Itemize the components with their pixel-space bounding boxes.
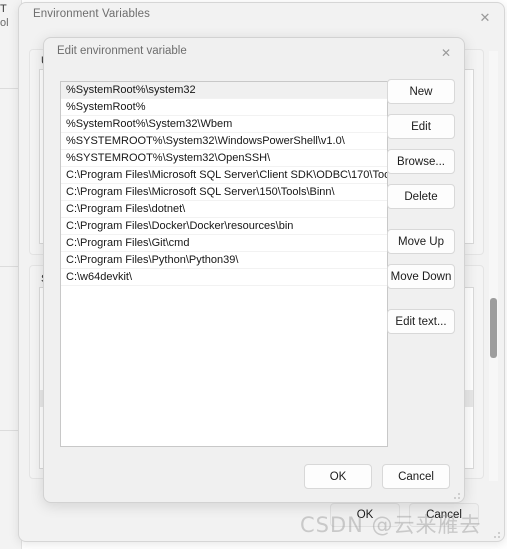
outer-close-button[interactable]: ✕: [468, 5, 502, 31]
list-item[interactable]: C:\w64devkit\: [61, 269, 387, 286]
inner-cancel-button[interactable]: Cancel: [382, 464, 450, 489]
outer-cancel-button[interactable]: Cancel: [409, 503, 479, 527]
edit-environment-variable-dialog: Edit environment variable ✕ %SystemRoot%…: [43, 37, 465, 503]
path-actions-toolbar: New Edit Browse... Delete Move Up Move D…: [387, 79, 455, 344]
resize-grip-icon[interactable]: [491, 529, 500, 538]
edit-button[interactable]: Edit: [387, 114, 455, 139]
list-item[interactable]: %SystemRoot%\System32\Wbem: [61, 116, 387, 133]
background-fragment-top: T: [0, 3, 7, 15]
close-icon: ✕: [440, 46, 452, 60]
list-item[interactable]: C:\Program Files\Microsoft SQL Server\15…: [61, 184, 387, 201]
list-item[interactable]: %SystemRoot%\system32: [61, 82, 387, 99]
resize-grip-icon[interactable]: [451, 490, 460, 499]
path-entries-list[interactable]: %SystemRoot%\system32 %SystemRoot% %Syst…: [60, 81, 388, 447]
browse-button[interactable]: Browse...: [387, 149, 455, 174]
list-item[interactable]: C:\Program Files\dotnet\: [61, 201, 387, 218]
inner-dialog-title: Edit environment variable: [57, 45, 187, 57]
inner-close-button[interactable]: ✕: [430, 40, 462, 66]
list-item[interactable]: C:\Program Files\Docker\Docker\resources…: [61, 218, 387, 235]
list-item[interactable]: C:\Program Files\Microsoft SQL Server\Cl…: [61, 167, 387, 184]
inner-ok-button[interactable]: OK: [304, 464, 372, 489]
outer-dialog-title: Environment Variables: [33, 8, 150, 20]
inner-dialog-footer: OK Cancel: [44, 464, 466, 489]
list-item[interactable]: %SYSTEMROOT%\System32\WindowsPowerShell\…: [61, 133, 387, 150]
background-fragment-sub: ol: [0, 17, 9, 29]
move-up-button[interactable]: Move Up: [387, 229, 455, 254]
delete-button[interactable]: Delete: [387, 184, 455, 209]
new-button[interactable]: New: [387, 79, 455, 104]
outer-scrollbar-thumb[interactable]: [490, 298, 497, 358]
list-item[interactable]: C:\Program Files\Python\Python39\: [61, 252, 387, 269]
list-item[interactable]: %SystemRoot%: [61, 99, 387, 116]
close-icon: ✕: [479, 10, 491, 26]
list-item[interactable]: C:\Program Files\Git\cmd: [61, 235, 387, 252]
move-down-button[interactable]: Move Down: [387, 264, 455, 289]
edit-text-button[interactable]: Edit text...: [387, 309, 455, 334]
screenshot-root: T ol Environment Variables ✕ User Var On…: [0, 0, 507, 549]
outer-ok-button[interactable]: OK: [330, 503, 400, 527]
list-item[interactable]: %SYSTEMROOT%\System32\OpenSSH\: [61, 150, 387, 167]
outer-scrollbar-track[interactable]: [489, 51, 498, 481]
